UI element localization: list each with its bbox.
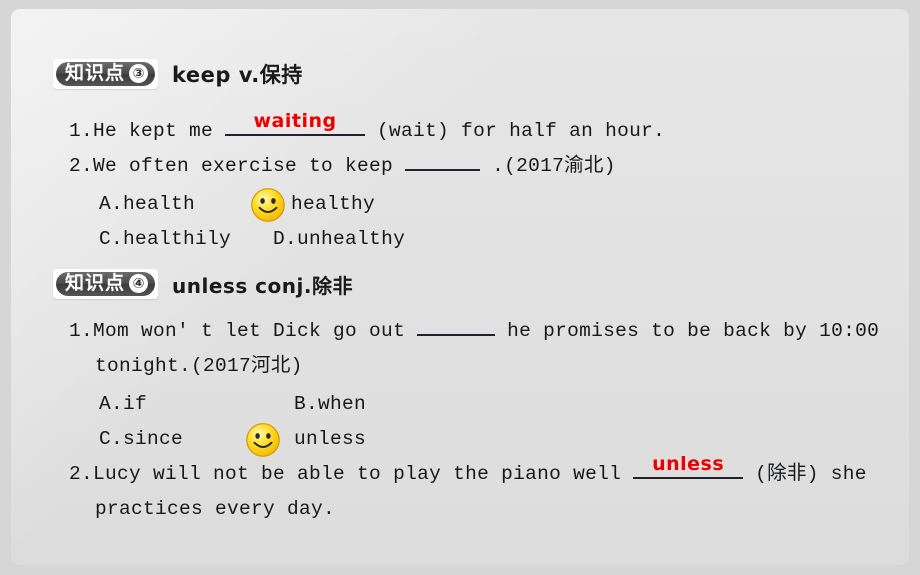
question-number: 1.: [69, 320, 94, 342]
question-text-after: he promises to be back by 10:00: [495, 320, 880, 342]
question-text-after: .(2017渝北): [480, 155, 616, 177]
option-d[interactable]: D.unhealthy: [273, 229, 405, 250]
question-2-1-continuation: tonight.(2017河北): [95, 355, 303, 377]
section-title-2: unless conj.除非: [172, 273, 353, 298]
question-number: 2.: [69, 463, 94, 485]
question-text-before: We often exercise to keep: [93, 155, 406, 177]
question-1-1: 1.He kept me waiting (wait) for half an …: [69, 112, 666, 142]
options-row-1-a: A.health healthy: [99, 194, 375, 215]
answer-text: unless: [652, 453, 725, 475]
answer-blank[interactable]: [417, 334, 496, 336]
question-text-before: Mom won' t let Dick go out: [93, 320, 418, 342]
badge-inner-2: 知识点 ④: [56, 272, 156, 296]
options-row-2-a: A.if B.when: [99, 394, 366, 415]
continuation-text: practices every day.: [95, 498, 336, 520]
question-1-2: 2.We often exercise to keep .(2017渝北): [69, 155, 616, 177]
question-2-1: 1.Mom won' t let Dick go out he promises…: [69, 320, 880, 342]
section-title-1: keep v.保持: [172, 63, 303, 87]
question-2-2: 2.Lucy will not be able to play the pian…: [69, 455, 867, 485]
answer-blank[interactable]: waiting: [225, 112, 366, 136]
option-d[interactable]: unless: [294, 429, 366, 450]
option-c[interactable]: C.since: [99, 429, 183, 450]
option-a[interactable]: A.health: [99, 194, 195, 215]
question-text-after: (wait) for half an hour.: [365, 120, 666, 142]
answer-text: waiting: [253, 110, 337, 132]
option-b[interactable]: B.when: [294, 394, 366, 415]
smiley-face-icon[interactable]: [250, 187, 286, 223]
options-row-1-b: C.healthily D.unhealthy: [99, 229, 405, 250]
knowledge-point-badge-1: 知识点 ③: [53, 59, 159, 89]
question-number: 1.: [69, 120, 94, 142]
badge-inner-1: 知识点 ③: [56, 62, 156, 86]
section-heading-2: 知识点 ④ unless conj.除非: [53, 269, 353, 299]
question-text-before: Lucy will not be able to play the piano …: [93, 463, 634, 485]
slide-content-panel: 知识点 ③ keep v.保持 1.He kept me waiting (wa…: [11, 9, 909, 565]
answer-blank[interactable]: unless: [633, 455, 744, 479]
knowledge-point-badge-2: 知识点 ④: [53, 269, 159, 299]
section-heading-1: 知识点 ③ keep v.保持: [53, 59, 303, 89]
option-c[interactable]: C.healthily: [99, 229, 231, 250]
slide-canvas: 知识点 ③ keep v.保持 1.He kept me waiting (wa…: [0, 0, 920, 575]
badge-number-1: ③: [129, 64, 149, 83]
options-row-2-b: C.since unless: [99, 429, 366, 450]
option-b[interactable]: healthy: [291, 194, 375, 215]
question-text-before: He kept me: [93, 120, 226, 142]
badge-number-2: ④: [129, 274, 149, 293]
answer-blank[interactable]: [405, 169, 481, 171]
question-2-2-continuation: practices every day.: [95, 498, 336, 520]
option-a[interactable]: A.if: [99, 394, 147, 415]
continuation-text: tonight.(2017河北): [95, 355, 303, 377]
question-number: 2.: [69, 155, 94, 177]
question-text-after: (除非) she: [743, 463, 867, 485]
badge-label-1: 知识点: [65, 62, 126, 84]
badge-label-2: 知识点: [65, 272, 126, 294]
smiley-face-icon[interactable]: [245, 422, 281, 458]
